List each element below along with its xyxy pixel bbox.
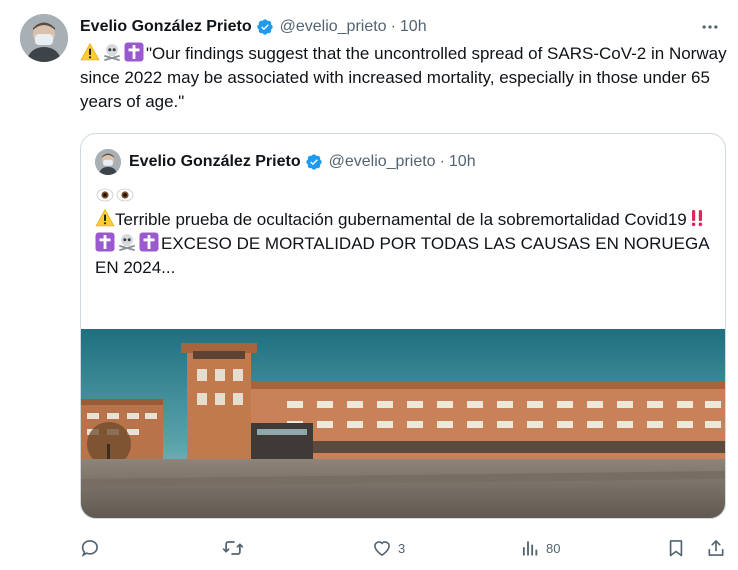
quoted-author-handle: @evelio_prieto bbox=[328, 153, 436, 170]
latin-cross-icon bbox=[95, 232, 115, 252]
quoted-tweet-header: Evelio González Prieto @evelio_prieto · … bbox=[95, 149, 476, 175]
tweet-body: "Our findings suggest that the uncontrol… bbox=[80, 44, 727, 111]
skull-crossbones-icon bbox=[117, 232, 137, 252]
tweet-header: Evelio González Prieto @evelio_prieto · … bbox=[80, 16, 724, 38]
like-button[interactable]: 3 bbox=[372, 536, 405, 560]
like-count: 3 bbox=[398, 540, 406, 556]
quoted-avatar bbox=[95, 149, 121, 175]
retweet-icon bbox=[222, 537, 244, 559]
verified-badge-icon bbox=[305, 153, 323, 171]
quoted-line-3: EXCESO DE MORTALIDAD POR TODAS LAS CAUSA… bbox=[95, 232, 715, 280]
share-button[interactable] bbox=[706, 536, 726, 560]
quoted-text-line3: EXCESO DE MORTALIDAD POR TODAS LAS CAUSA… bbox=[95, 234, 709, 277]
tweet[interactable]: Evelio González Prieto @evelio_prieto · … bbox=[0, 0, 738, 570]
quoted-tweet[interactable]: Evelio González Prieto @evelio_prieto · … bbox=[80, 133, 726, 519]
quoted-tweet-text: Terrible prueba de ocultación gubernamen… bbox=[95, 184, 715, 280]
quoted-media-image[interactable] bbox=[81, 329, 725, 518]
verified-badge-icon bbox=[256, 18, 274, 36]
quoted-line-2: Terrible prueba de ocultación gubernamen… bbox=[95, 208, 715, 232]
share-icon bbox=[706, 538, 726, 558]
separator-dot: · bbox=[390, 18, 396, 35]
quoted-text-line2: Terrible prueba de ocultación gubernamen… bbox=[115, 210, 687, 229]
bookmark-button[interactable] bbox=[666, 536, 686, 560]
reply-icon bbox=[80, 538, 100, 558]
eye-icon bbox=[95, 185, 115, 205]
latin-cross-icon bbox=[124, 42, 144, 62]
quoted-line-eyes bbox=[95, 184, 715, 208]
author-handle[interactable]: @evelio_prieto bbox=[280, 18, 387, 36]
tweet-text: "Our findings suggest that the uncontrol… bbox=[80, 42, 730, 114]
views-button[interactable]: 80 bbox=[520, 536, 560, 560]
quoted-author-name: Evelio González Prieto bbox=[129, 153, 301, 170]
separator-dot: · bbox=[439, 153, 445, 170]
eye-icon bbox=[115, 185, 135, 205]
warning-icon bbox=[80, 42, 100, 62]
bookmark-icon bbox=[666, 538, 686, 558]
avatar[interactable] bbox=[20, 14, 68, 62]
skull-crossbones-icon bbox=[102, 42, 122, 62]
more-options-icon[interactable] bbox=[696, 15, 724, 39]
heart-icon bbox=[372, 538, 392, 558]
quoted-timestamp: 10h bbox=[448, 153, 476, 170]
views-count: 80 bbox=[546, 540, 561, 556]
emoji-group bbox=[80, 42, 144, 62]
warning-icon bbox=[95, 208, 115, 228]
retweet-button[interactable] bbox=[222, 536, 250, 560]
action-bar: 3 80 bbox=[80, 536, 730, 560]
timestamp[interactable]: 10h bbox=[400, 18, 427, 36]
emoji-group bbox=[95, 232, 159, 252]
author-name[interactable]: Evelio González Prieto bbox=[80, 18, 252, 36]
double-exclamation-icon bbox=[687, 208, 707, 228]
reply-button[interactable] bbox=[80, 536, 106, 560]
views-chart-icon bbox=[520, 538, 540, 558]
latin-cross-icon bbox=[139, 232, 159, 252]
